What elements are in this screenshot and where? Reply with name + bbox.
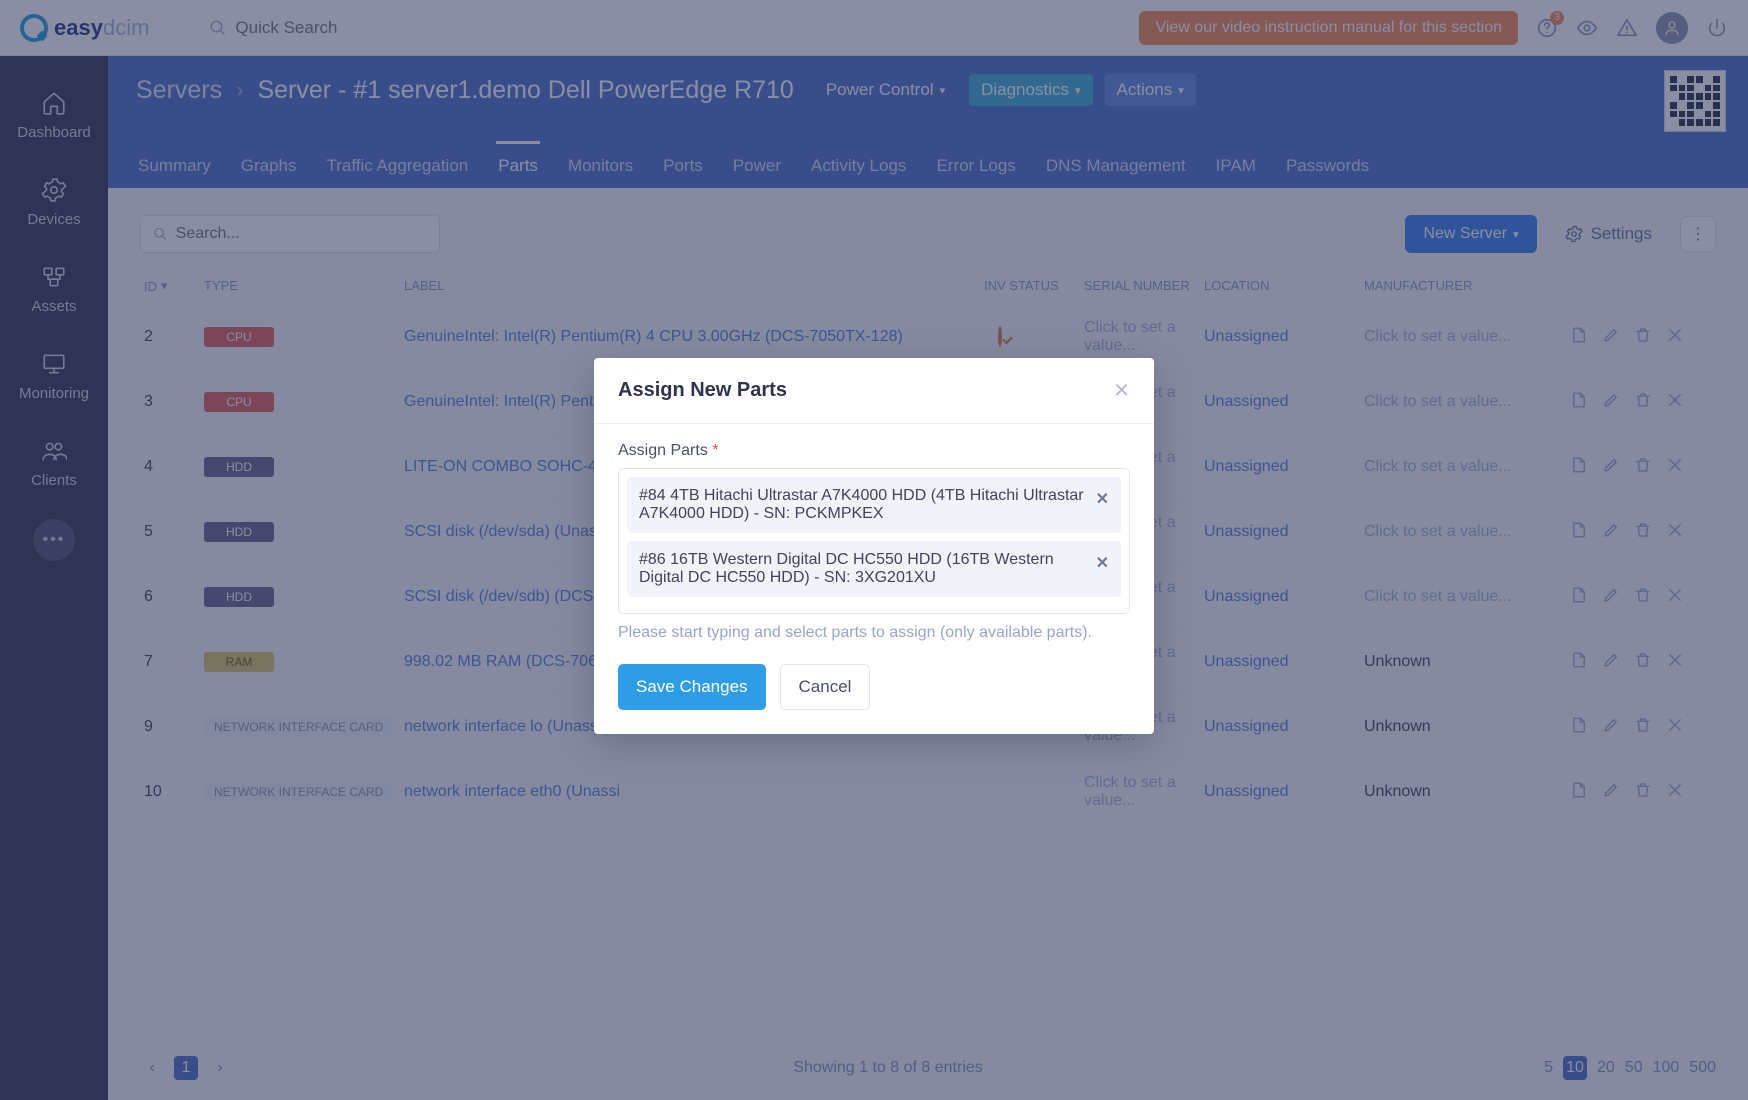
field-label: Assign Parts * <box>618 442 1130 460</box>
modal-body: Assign Parts * #84 4TB Hitachi Ultrastar… <box>594 424 1154 664</box>
chip-label: #86 16TB Western Digital DC HC550 HDD (1… <box>639 551 1086 587</box>
assign-parts-field[interactable]: #84 4TB Hitachi Ultrastar A7K4000 HDD (4… <box>618 468 1130 614</box>
save-button[interactable]: Save Changes <box>618 664 766 710</box>
modal-header: Assign New Parts ✕ <box>594 358 1154 424</box>
cancel-button[interactable]: Cancel <box>780 664 871 710</box>
chip-remove-icon[interactable]: ✕ <box>1096 487 1109 509</box>
assign-parts-modal: Assign New Parts ✕ Assign Parts * #84 4T… <box>594 358 1154 734</box>
selected-part-chip: #86 16TB Western Digital DC HC550 HDD (1… <box>627 541 1121 597</box>
field-help: Please start typing and select parts to … <box>618 624 1130 642</box>
modal-title: Assign New Parts <box>618 379 787 402</box>
chip-label: #84 4TB Hitachi Ultrastar A7K4000 HDD (4… <box>639 487 1086 523</box>
close-icon[interactable]: ✕ <box>1113 378 1130 403</box>
chip-remove-icon[interactable]: ✕ <box>1096 551 1109 573</box>
modal-footer: Save Changes Cancel <box>594 664 1154 734</box>
selected-part-chip: #84 4TB Hitachi Ultrastar A7K4000 HDD (4… <box>627 477 1121 533</box>
